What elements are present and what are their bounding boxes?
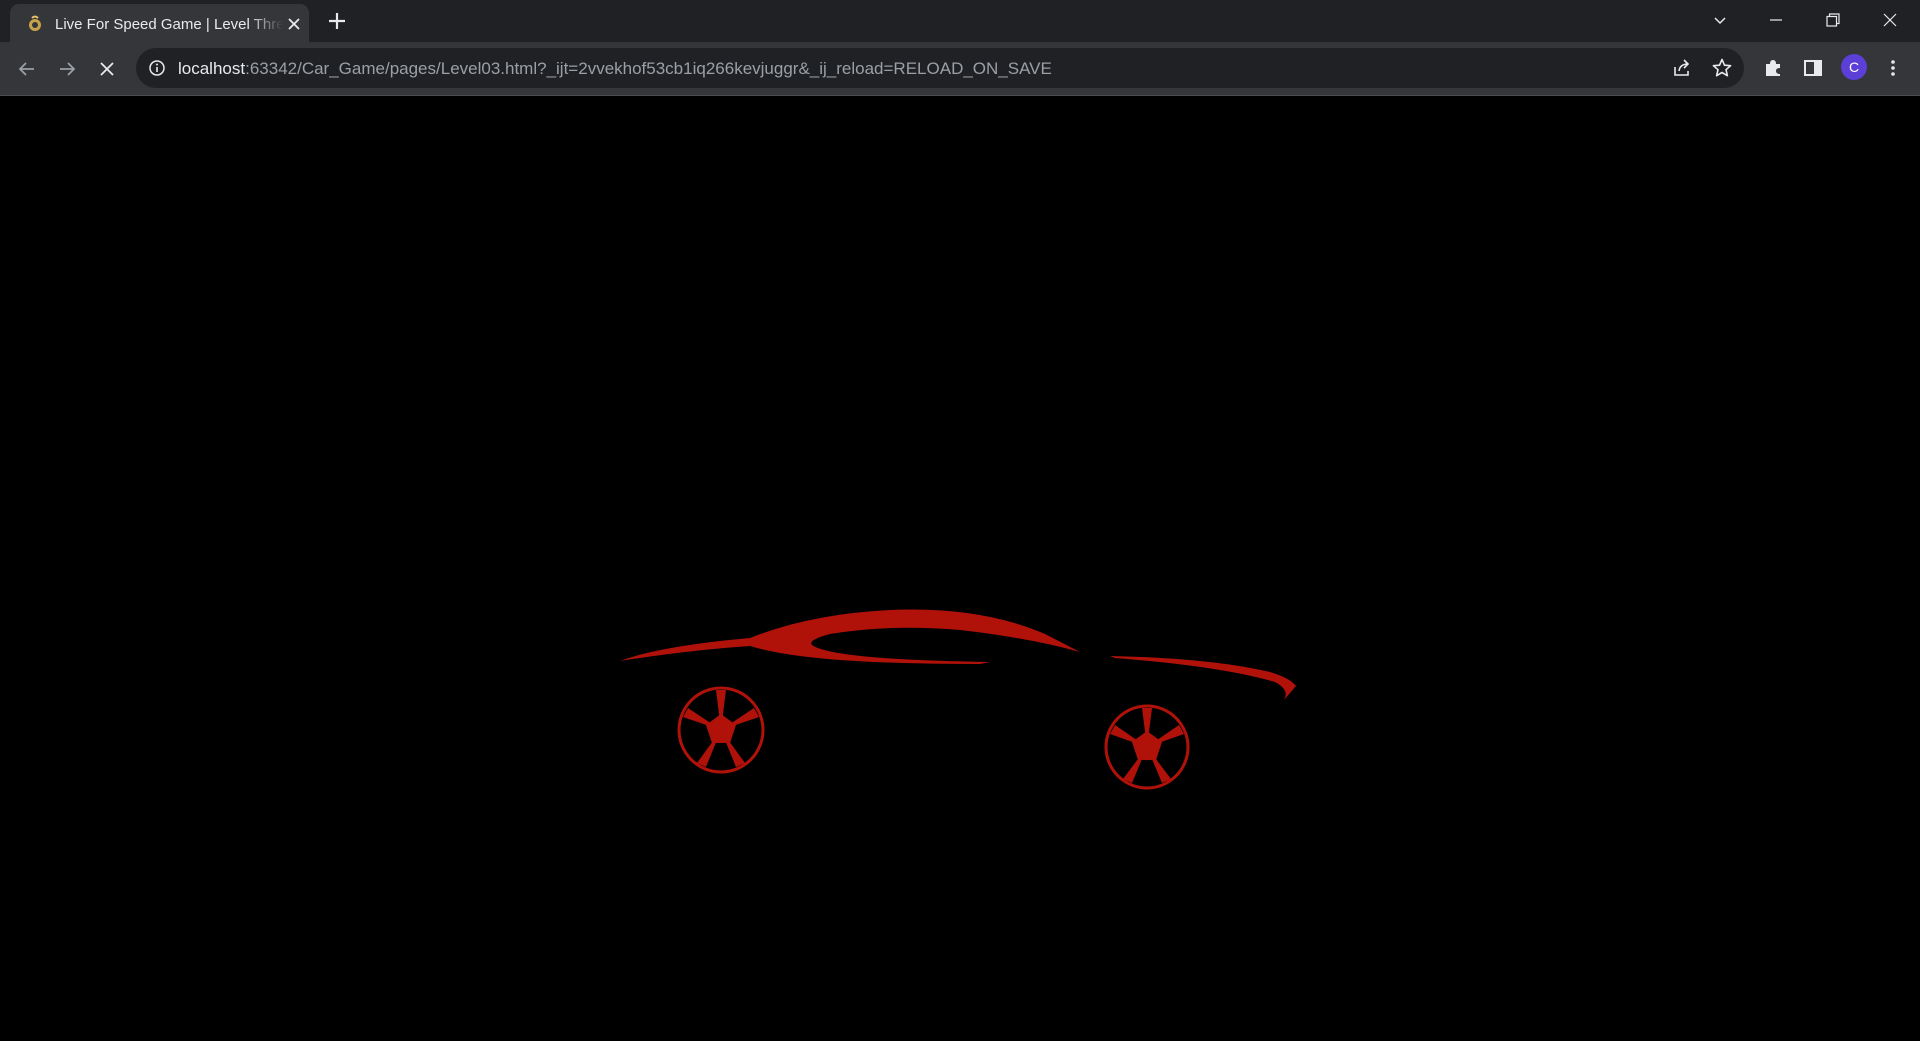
info-icon[interactable] — [148, 59, 166, 77]
side-panel-icon — [1804, 60, 1822, 76]
browser-toolbar: localhost:63342/Car_Game/pages/Level03.h… — [0, 42, 1920, 96]
chevron-down-icon — [1714, 17, 1726, 25]
page-viewport — [0, 96, 1920, 1041]
side-panel-button[interactable] — [1800, 55, 1826, 81]
tab-title: Live For Speed Game | Level Three — [55, 16, 283, 33]
browser-tab[interactable]: Live For Speed Game | Level Three — [10, 4, 309, 42]
game-favicon-icon — [29, 15, 41, 31]
front-wheel-icon — [677, 686, 765, 774]
minimize-button[interactable] — [1748, 0, 1804, 40]
more-vertical-icon — [1891, 60, 1895, 76]
extensions-button[interactable] — [1760, 55, 1786, 81]
profile-avatar[interactable]: C — [1841, 54, 1867, 80]
share-icon[interactable] — [1671, 57, 1693, 79]
bookmark-star-icon[interactable] — [1711, 57, 1733, 79]
stop-loading-button[interactable] — [92, 54, 122, 84]
close-icon — [1883, 13, 1897, 27]
rear-wheel-icon — [1104, 704, 1190, 790]
forward-button[interactable] — [52, 54, 82, 84]
close-tab-icon[interactable] — [286, 16, 302, 32]
url-text[interactable]: localhost:63342/Car_Game/pages/Level03.h… — [178, 58, 1052, 80]
browser-titlebar: Live For Speed Game | Level Three — [0, 0, 1920, 42]
stop-icon — [100, 62, 114, 76]
new-tab-icon[interactable] — [326, 10, 348, 32]
restore-button[interactable] — [1805, 0, 1861, 40]
url-host: localhost — [178, 59, 246, 78]
browser-menu-button[interactable] — [1880, 55, 1906, 81]
address-bar[interactable]: localhost:63342/Car_Game/pages/Level03.h… — [136, 48, 1744, 88]
minimize-icon — [1770, 19, 1782, 21]
tab-search-button[interactable] — [1692, 0, 1748, 40]
back-button[interactable] — [12, 54, 42, 84]
url-path: :63342/Car_Game/pages/Level03.html?_ijt=… — [245, 59, 1052, 78]
close-window-button[interactable] — [1862, 0, 1918, 40]
arrow-left-icon — [18, 62, 34, 76]
arrow-right-icon — [60, 62, 76, 76]
puzzle-icon — [1766, 60, 1780, 76]
restore-icon — [1826, 13, 1840, 27]
car-silhouette-logo — [620, 609, 1296, 790]
